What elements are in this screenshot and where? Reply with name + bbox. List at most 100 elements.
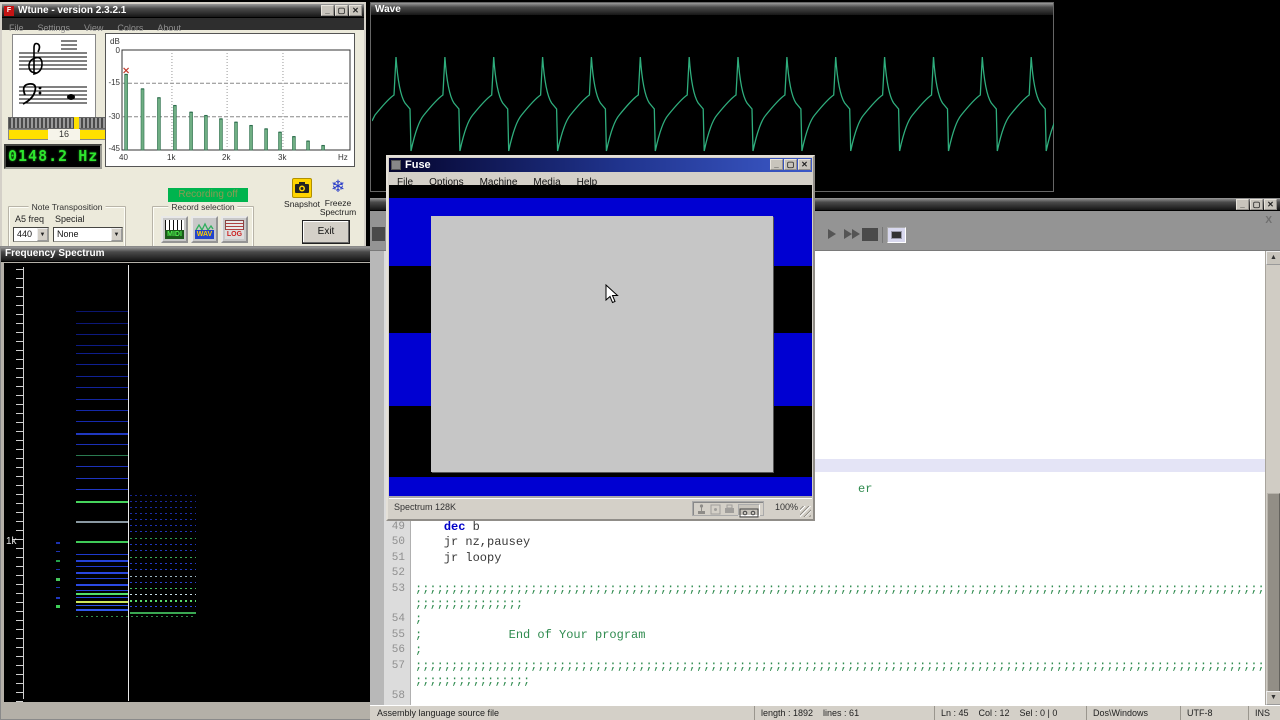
axis-tick (16, 683, 23, 684)
emulator-icon[interactable] (887, 227, 906, 243)
spectrum-bar (219, 119, 222, 150)
spectrogram-stripe (56, 560, 60, 562)
spectrogram-stripe (76, 501, 128, 503)
code-fragment: er (858, 482, 872, 496)
a5-freq-select[interactable]: 440 ▼ (13, 227, 49, 242)
maximize-icon[interactable]: ▢ (784, 159, 797, 170)
snapshot-icon[interactable] (292, 178, 312, 198)
editor-window-buttons: _▢✕ (1235, 199, 1277, 211)
axis-tick (16, 413, 23, 414)
machine-name: Spectrum 128K (394, 502, 456, 512)
close-icon[interactable]: ✕ (798, 159, 811, 170)
harmonic-spectrum-chart: dB0-15-30-45401k2k3kHz (105, 33, 355, 167)
midi-record-button[interactable]: MIDI (161, 216, 188, 243)
axis-tick (16, 359, 23, 360)
code-line: ; End of Your program (412, 628, 1265, 643)
frequency-spectrum-titlebar[interactable]: Frequency Spectrum (1, 247, 371, 262)
scroll-down-icon[interactable]: ▼ (1266, 691, 1280, 705)
spectrogram-stripe (76, 609, 128, 611)
close-icon[interactable]: ✕ (349, 5, 362, 16)
fuse-window-buttons: _▢✕ (769, 159, 811, 173)
axis-tick (16, 512, 23, 513)
spectrogram-stripe (76, 478, 128, 479)
maximize-icon[interactable]: ▢ (1250, 199, 1263, 210)
wtune-menu-file[interactable]: File (2, 22, 31, 34)
spectrogram-stripe (76, 578, 128, 579)
line-number (384, 597, 411, 612)
spectrogram-stripe (76, 345, 128, 346)
emulator-screen[interactable] (389, 185, 812, 499)
minimize-icon[interactable]: _ (321, 5, 334, 16)
spectrogram-stripe (76, 541, 128, 543)
spectrogram-stripe (130, 519, 196, 520)
spectrogram-stripe (56, 551, 60, 552)
spectrogram-stripe (130, 513, 196, 514)
editor-scrollbar[interactable]: ▲ ▼ (1265, 251, 1280, 705)
tape-icon[interactable] (738, 504, 760, 516)
run-icon[interactable] (828, 229, 836, 239)
axis-tick (16, 692, 23, 693)
spectrum-bar (279, 132, 282, 150)
spectrogram-stripe (130, 606, 196, 607)
minimize-icon[interactable]: _ (770, 159, 783, 170)
axis-tick (16, 431, 23, 432)
code-line (412, 566, 1265, 581)
spectrogram-stripe (56, 578, 60, 581)
axis-tick (16, 386, 23, 387)
axis-label-1k: 1k (6, 536, 17, 547)
wtune-title: Wtune - version 2.3.2.1 (18, 4, 126, 17)
resize-grip[interactable] (800, 506, 811, 517)
spectrogram-stripe (76, 590, 128, 591)
chevron-down-icon[interactable]: ▼ (37, 228, 48, 241)
wav-record-button[interactable]: WAV (191, 216, 218, 243)
wave-titlebar[interactable]: Wave (371, 3, 1053, 16)
special-select[interactable]: None ▼ (53, 227, 123, 242)
tool-icon[interactable] (372, 227, 385, 241)
spectrogram-stripe (56, 597, 60, 599)
spectrogram-cursor-line (128, 265, 129, 701)
mouse-cursor (605, 284, 619, 304)
spectrogram-stripe (130, 612, 196, 614)
chevron-down-icon[interactable]: ▼ (111, 228, 122, 241)
scroll-up-icon[interactable]: ▲ (1266, 251, 1280, 265)
log-record-button[interactable]: LOG (221, 216, 248, 243)
spectrogram-stripe (56, 569, 60, 570)
scrollbar-thumb[interactable] (1267, 493, 1280, 701)
spectrogram-stripe (56, 605, 60, 608)
axis-tick (16, 341, 23, 342)
freeze-spectrum-icon[interactable]: ❄ (328, 177, 348, 197)
exit-button[interactable]: Exit (302, 220, 350, 244)
frequency-spectrum-window: Frequency Spectrum 1k (0, 246, 372, 720)
spectrogram-stripe (76, 323, 128, 324)
line-number: 54 (384, 612, 411, 627)
close-icon[interactable]: ✕ (1264, 199, 1277, 210)
status-encoding: UTF-8 (1180, 706, 1213, 720)
spectrogram-stripe (76, 572, 128, 574)
spectrum-bar (235, 122, 238, 150)
stop-icon[interactable] (862, 228, 878, 241)
axis-tick (16, 404, 23, 405)
a5-freq-value: 440 (17, 229, 32, 239)
run-fast-icon2[interactable] (852, 229, 860, 239)
status-doc-type: Assembly language source file (371, 706, 499, 720)
recording-status-badge[interactable]: Recording off (168, 188, 248, 202)
bookmark-margin (370, 251, 384, 705)
spectrogram-stripe (130, 495, 196, 496)
waveform-trace (372, 57, 1054, 151)
maximize-icon[interactable]: ▢ (335, 5, 348, 16)
axis-tick (16, 278, 23, 279)
wtune-titlebar[interactable]: F Wtune - version 2.3.2.1 _▢✕ (2, 4, 364, 18)
code-line: jr loopy (412, 551, 1265, 566)
fuse-titlebar[interactable]: Fuse _▢✕ (389, 158, 812, 172)
wtune-menu-settings[interactable]: Settings (31, 22, 78, 34)
panel-close-icon[interactable]: X (1265, 215, 1272, 226)
chart-tick-label: Hz (338, 153, 348, 162)
minimize-icon[interactable]: _ (1236, 199, 1249, 210)
axis-tick (16, 521, 23, 522)
spectrum-bar (173, 106, 176, 150)
run-fast-icon[interactable] (844, 229, 852, 239)
axis-tick (16, 449, 23, 450)
spectrogram-stripe (76, 593, 128, 595)
desktop: Wave F Wtune - version 2.3.2.1 _▢✕ FileS… (0, 0, 1280, 720)
spectrum-bar (292, 137, 295, 150)
